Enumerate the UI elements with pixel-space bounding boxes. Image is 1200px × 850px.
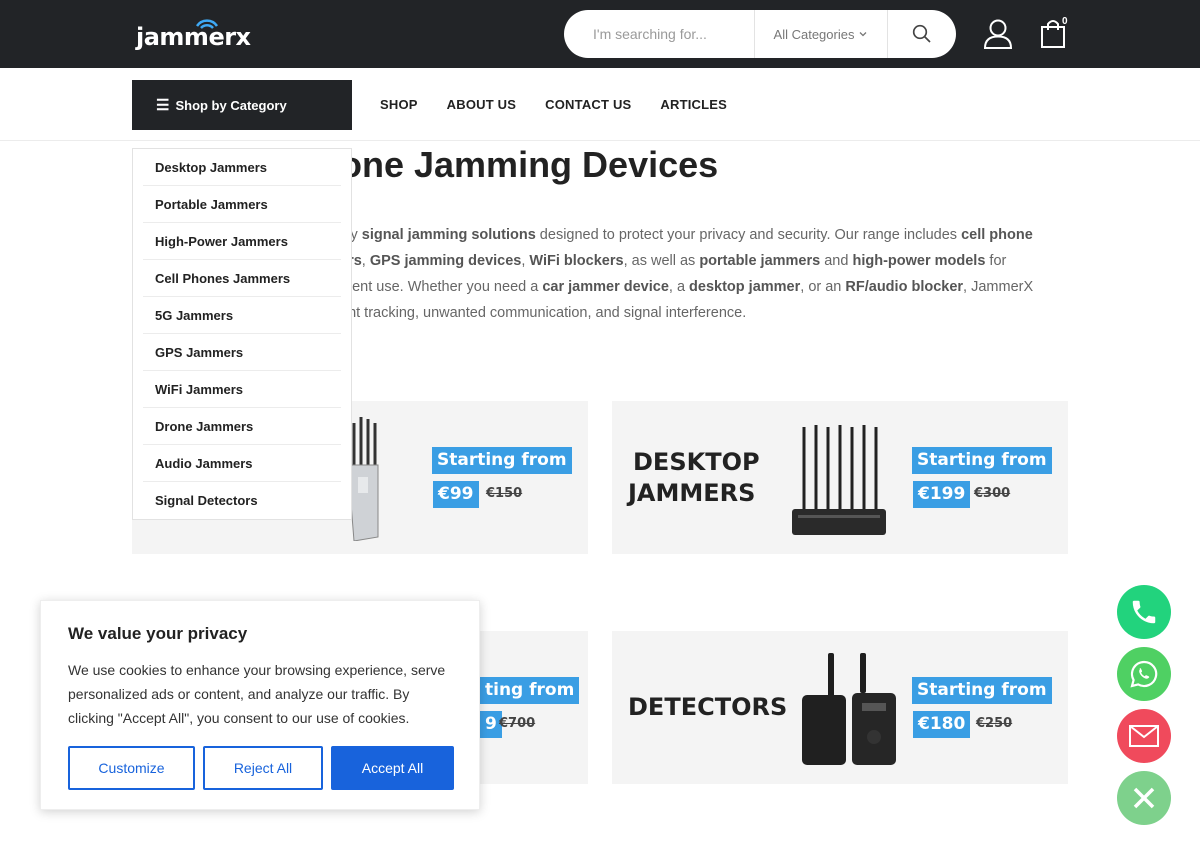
dropdown-item-signal-detectors[interactable]: Signal Detectors xyxy=(143,482,341,519)
menu-link-about-us[interactable]: ABOUT US xyxy=(447,97,517,112)
hamburger-icon: ☰ xyxy=(156,97,170,114)
dropdown-item-audio-jammers[interactable]: Audio Jammers xyxy=(143,445,341,482)
intro-bold: GPS jamming devices xyxy=(369,253,522,269)
wifi-signal-icon xyxy=(195,19,219,29)
category-select[interactable]: All Categories xyxy=(754,10,888,58)
starting-from-label: Starting from xyxy=(912,677,1052,704)
whatsapp-button[interactable] xyxy=(1117,647,1171,701)
dropdown-item-5g-jammers[interactable]: 5G Jammers xyxy=(143,297,341,334)
starting-from-label: Starting from xyxy=(432,447,572,474)
dropdown-item-drone-jammers[interactable]: Drone Jammers xyxy=(143,408,341,445)
banner-title: DETECTORS xyxy=(628,693,788,721)
whatsapp-icon xyxy=(1130,660,1158,688)
account-button[interactable] xyxy=(983,18,1013,50)
menu-link-articles[interactable]: ARTICLES xyxy=(660,97,727,112)
intro-text: and xyxy=(820,253,853,269)
main-navigation: ☰ Shop by Category SHOP ABOUT US CONTACT… xyxy=(0,68,1200,141)
customize-button[interactable]: Customize xyxy=(68,746,195,790)
cookie-description: We use cookies to enhance your browsing … xyxy=(68,662,446,726)
reject-all-button[interactable]: Reject All xyxy=(203,746,323,790)
banner-title-line: JAMMERS xyxy=(628,479,756,507)
cart-count-badge: 0 xyxy=(1062,16,1068,27)
cookie-title: We value your privacy xyxy=(68,624,248,643)
price-badge: €99 xyxy=(433,481,479,508)
intro-bold: WiFi blockers xyxy=(529,253,624,269)
category-select-label: All Categories xyxy=(773,26,855,42)
intro-bold: signal jamming solutions xyxy=(361,227,536,243)
top-header: jammerx All Categories 0 xyxy=(0,0,1200,68)
banner-desktop-jammers[interactable]: DESKTOP JAMMERS Starting from €199 €300 xyxy=(612,401,1068,554)
chevron-down-icon xyxy=(860,32,867,37)
dropdown-item-desktop-jammers[interactable]: Desktop Jammers xyxy=(143,149,341,186)
signal-detector-image xyxy=(802,653,896,765)
intro-text: ment use. Whether you need a xyxy=(340,279,543,295)
search-icon xyxy=(912,24,931,43)
old-price: €700 xyxy=(499,716,536,731)
shop-by-category-button[interactable]: ☰ Shop by Category xyxy=(132,80,352,130)
dropdown-item-wifi-jammers[interactable]: WiFi Jammers xyxy=(143,371,341,408)
intro-bold: high-power models xyxy=(852,253,986,269)
intro-text: , or an xyxy=(800,279,846,295)
search-input[interactable] xyxy=(564,10,754,58)
old-price: €250 xyxy=(976,716,1013,731)
intro-bold: RF/audio blocker xyxy=(845,279,964,295)
old-price: €300 xyxy=(974,486,1011,501)
old-price: €150 xyxy=(486,486,523,501)
banner-title-line: DESKTOP xyxy=(633,448,760,476)
dropdown-item-portable-jammers[interactable]: Portable Jammers xyxy=(143,186,341,223)
close-contact-button[interactable] xyxy=(1117,771,1171,825)
menu-link-contact-us[interactable]: CONTACT US xyxy=(545,97,631,112)
category-dropdown-menu: Desktop Jammers Portable Jammers High-Po… xyxy=(132,148,352,520)
intro-bold: car jammer device xyxy=(542,279,669,295)
starting-from-label: ting from xyxy=(480,677,580,704)
intro-bold: portable jammers xyxy=(699,253,821,269)
email-button[interactable] xyxy=(1117,709,1171,763)
price-badge: €180 xyxy=(913,711,971,738)
dropdown-item-high-power-jammers[interactable]: High-Power Jammers xyxy=(143,223,341,260)
banner-signal-detectors[interactable]: DETECTORS Starting from €180 €250 xyxy=(612,631,1068,784)
close-icon xyxy=(1133,787,1155,809)
page-title-text: one Jamming Devices xyxy=(340,144,719,185)
dropdown-item-gps-jammers[interactable]: GPS Jammers xyxy=(143,334,341,371)
intro-bold: cell phone xyxy=(961,227,1033,243)
intro-text: , as well as xyxy=(623,253,700,269)
jammerx-logo[interactable]: jammerx xyxy=(136,17,251,51)
intro-text: designed to protect your privacy and sec… xyxy=(535,227,962,243)
dropdown-item-cell-phones-jammers[interactable]: Cell Phones Jammers xyxy=(143,260,341,297)
menu-link-shop[interactable]: SHOP xyxy=(380,97,418,112)
intro-text: , xyxy=(361,253,370,269)
intro-text: , JammerX xyxy=(963,279,1034,295)
phone-icon xyxy=(1132,600,1156,624)
desktop-jammer-image xyxy=(792,425,886,535)
cookie-consent-dialog: We value your privacy We use cookies to … xyxy=(40,600,480,810)
shop-by-category-label: Shop by Category xyxy=(175,97,287,113)
intro-text: for xyxy=(985,253,1007,269)
intro-text: , a xyxy=(668,279,690,295)
banner-title: DESKTOP JAMMERS xyxy=(628,447,760,509)
search-bar: All Categories xyxy=(564,10,956,58)
menu-links: SHOP ABOUT US CONTACT US ARTICLES xyxy=(380,97,727,112)
price-badge: €199 xyxy=(913,481,971,508)
intro-bold: desktop jammer xyxy=(689,279,801,295)
starting-from-label: Starting from xyxy=(912,447,1052,474)
accept-all-button[interactable]: Accept All xyxy=(331,746,454,790)
user-icon xyxy=(983,19,1013,49)
intro-text: ent tracking, unwanted communication, an… xyxy=(340,305,747,321)
call-button[interactable] xyxy=(1117,585,1171,639)
envelope-icon xyxy=(1129,725,1159,747)
search-button[interactable] xyxy=(888,10,956,58)
